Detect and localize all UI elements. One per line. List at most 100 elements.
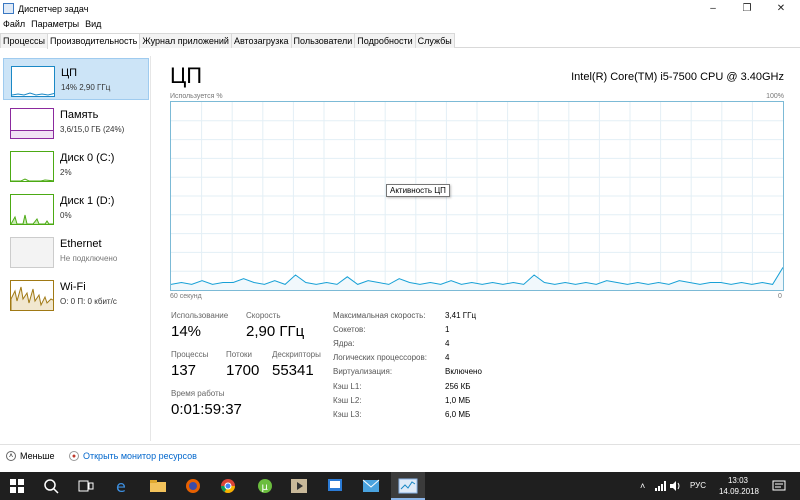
- minimize-button[interactable]: –: [696, 0, 730, 17]
- cpu-graph-svg: [171, 102, 783, 290]
- task-manager-icon: [3, 3, 14, 14]
- memory-thumbnail-graph: [10, 108, 54, 139]
- sidebar-item-value: 3,6/15,0 ГБ (24%): [60, 125, 125, 134]
- close-button[interactable]: ✕: [764, 0, 798, 17]
- windows-start-icon[interactable]: [8, 477, 26, 495]
- volume-icon[interactable]: [669, 480, 681, 494]
- resource-monitor-icon: ●: [69, 451, 79, 461]
- chevron-up-icon: ˄: [6, 451, 16, 461]
- menu-view[interactable]: Вид: [82, 19, 104, 29]
- info-key: Виртуализация:: [333, 367, 393, 376]
- cpu-model-name: Intel(R) Core(TM) i5-7500 CPU @ 3.40GHz: [571, 71, 784, 83]
- ethernet-thumbnail-graph: [10, 237, 54, 268]
- network-icon[interactable]: [654, 480, 666, 494]
- graph-x-end-label: 0: [778, 293, 782, 300]
- info-key: Логических процессоров:: [333, 353, 427, 362]
- show-hidden-icons[interactable]: ˄: [640, 481, 645, 491]
- clock-date[interactable]: 14.09.2018: [716, 487, 762, 496]
- info-value: 4: [445, 339, 450, 348]
- info-value: 1: [445, 325, 450, 334]
- sidebar-item-label: ЦП: [61, 67, 78, 79]
- graph-y-max-label: 100%: [766, 93, 784, 100]
- edge-browser-icon[interactable]: e: [114, 477, 132, 496]
- performance-sidebar: ЦП 14% 2,90 ГГц Память 3,6/15,0 ГБ (24%)…: [0, 56, 151, 441]
- processes-value: 137: [171, 362, 197, 379]
- menu-file[interactable]: Файл: [0, 19, 28, 29]
- torrent-icon[interactable]: μ: [256, 477, 274, 495]
- info-value: 1,0 МБ: [445, 396, 471, 405]
- sidebar-item-disk-1[interactable]: Диск 1 (D:) 0%: [3, 187, 149, 229]
- threads-value: 1700: [226, 362, 260, 379]
- sidebar-item-value: Не подключено: [60, 254, 118, 263]
- menu-options[interactable]: Параметры: [28, 19, 82, 29]
- sidebar-item-label: Wi-Fi: [60, 281, 86, 293]
- keyboard-language[interactable]: РУС: [690, 481, 706, 490]
- info-value: 256 КБ: [445, 382, 471, 391]
- search-icon[interactable]: [42, 477, 60, 495]
- file-explorer-icon[interactable]: [149, 477, 167, 495]
- info-key: Сокетов:: [333, 325, 366, 334]
- graph-y-label: Используется %: [170, 93, 223, 100]
- sidebar-item-value: 2%: [60, 168, 72, 177]
- handles-label: Дескрипторы: [272, 350, 321, 359]
- info-value: 4: [445, 353, 450, 362]
- uptime-value: 0:01:59:37: [171, 401, 242, 418]
- mail-icon[interactable]: [362, 477, 380, 495]
- footer-bar: ˄ Меньше ● Открыть монитор ресурсов: [0, 444, 800, 470]
- notifications-icon[interactable]: [772, 480, 786, 494]
- open-resource-monitor-link[interactable]: ● Открыть монитор ресурсов: [69, 451, 197, 461]
- graph-tooltip: Активность ЦП: [386, 184, 450, 197]
- title-bar: Диспетчер задач: [0, 0, 800, 17]
- tab-users[interactable]: Пользователи: [290, 33, 356, 48]
- info-key: Кэш L2:: [333, 396, 362, 405]
- info-value: 3,41 ГГц: [445, 311, 477, 320]
- info-key: Кэш L3:: [333, 410, 362, 419]
- app-window-icon[interactable]: [326, 477, 344, 495]
- utilization-label: Использование: [171, 311, 229, 320]
- sidebar-item-value: 0%: [60, 211, 72, 220]
- tab-app-history[interactable]: Журнал приложений: [139, 33, 232, 48]
- windows-taskbar: e μ ˄ РУС 13:03 14.09.2018: [0, 472, 800, 500]
- svg-text:e: e: [116, 477, 126, 495]
- wifi-thumbnail-graph: [10, 280, 54, 311]
- task-manager-taskbar-button[interactable]: [391, 472, 425, 500]
- sidebar-item-label: Память: [60, 109, 99, 121]
- maximize-button[interactable]: ❐: [730, 0, 764, 17]
- info-value: Включено: [445, 367, 482, 376]
- tab-services[interactable]: Службы: [414, 33, 455, 48]
- sidebar-item-cpu[interactable]: ЦП 14% 2,90 ГГц: [3, 58, 149, 100]
- speed-label: Скорость: [246, 311, 281, 320]
- page-title: ЦП: [170, 63, 203, 88]
- graph-time-span-label: 60 секунд: [170, 293, 202, 300]
- tab-bar: Процессы Производительность Журнал прило…: [0, 33, 800, 49]
- chrome-icon[interactable]: [219, 477, 237, 495]
- uptime-label: Время работы: [171, 389, 225, 398]
- tab-details[interactable]: Подробности: [354, 33, 416, 48]
- fewer-details-label: Меньше: [20, 451, 55, 461]
- tab-startup[interactable]: Автозагрузка: [230, 33, 292, 48]
- sidebar-item-label: Диск 0 (C:): [60, 152, 115, 164]
- svg-text:μ: μ: [262, 482, 269, 493]
- cpu-utilization-graph[interactable]: [170, 101, 784, 291]
- tab-performance[interactable]: Производительность: [47, 33, 141, 49]
- clock-time[interactable]: 13:03: [720, 476, 756, 485]
- info-value: 6,0 МБ: [445, 410, 471, 419]
- sidebar-item-ethernet[interactable]: Ethernet Не подключено: [3, 230, 149, 272]
- speed-value: 2,90 ГГц: [246, 323, 305, 340]
- task-view-icon[interactable]: [77, 477, 95, 495]
- fewer-details-button[interactable]: ˄ Меньше: [6, 451, 55, 461]
- window-title: Диспетчер задач: [18, 3, 89, 14]
- sidebar-item-value: 14% 2,90 ГГц: [61, 83, 111, 92]
- menu-bar: Файл Параметры Вид: [0, 17, 104, 31]
- sidebar-item-wifi[interactable]: Wi-Fi О: 0 П: 0 кбит/с: [3, 273, 149, 315]
- tab-processes[interactable]: Процессы: [0, 33, 49, 48]
- disk1-thumbnail-graph: [10, 194, 54, 225]
- sidebar-item-memory[interactable]: Память 3,6/15,0 ГБ (24%): [3, 101, 149, 143]
- utilization-value: 14%: [171, 323, 202, 340]
- sidebar-item-label: Ethernet: [60, 238, 102, 250]
- resource-monitor-label: Открыть монитор ресурсов: [83, 451, 197, 461]
- firefox-icon[interactable]: [184, 477, 202, 495]
- handles-value: 55341: [272, 362, 314, 379]
- media-player-icon[interactable]: [290, 477, 308, 495]
- sidebar-item-disk-0[interactable]: Диск 0 (C:) 2%: [3, 144, 149, 186]
